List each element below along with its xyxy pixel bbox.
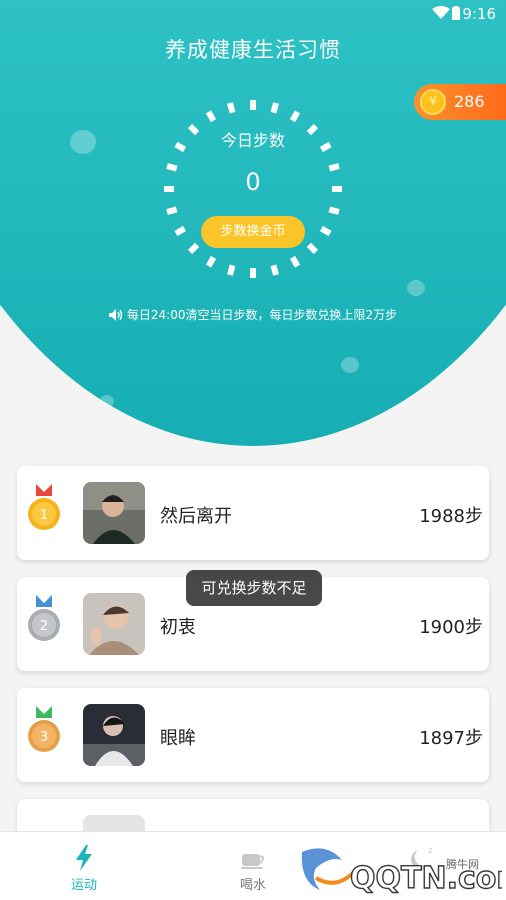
- ring-tick: [227, 102, 236, 114]
- user-avatar[interactable]: [83, 593, 145, 655]
- watermark-site-name: 腾牛网: [446, 858, 479, 871]
- gold-medal-icon: 1: [28, 484, 60, 530]
- ring-tick: [166, 206, 178, 215]
- battery-icon: [452, 6, 460, 20]
- ring-tick: [289, 255, 301, 268]
- ring-tick: [205, 110, 217, 123]
- lightning-icon: [76, 845, 92, 871]
- user-name: 初衷: [160, 617, 196, 638]
- ring-tick: [319, 225, 332, 237]
- ranking-card[interactable]: 3 眼眸 1897步: [17, 688, 489, 782]
- coin-balance-badge[interactable]: ¥ 286: [414, 84, 506, 120]
- coin-icon: ¥: [420, 89, 446, 115]
- silver-medal-icon: 2: [28, 595, 60, 641]
- user-name: 眼眸: [160, 728, 196, 749]
- speaker-icon: [108, 309, 123, 321]
- user-avatar[interactable]: [83, 704, 145, 766]
- steps-count: 0: [245, 168, 261, 196]
- medal-rank-number: 1: [40, 508, 48, 523]
- user-steps: 1897步: [419, 728, 483, 749]
- coin-symbol: ¥: [429, 94, 437, 108]
- ring-tick: [174, 225, 187, 237]
- coin-count: 286: [454, 92, 485, 111]
- ranking-card[interactable]: 1 然后离开 1988步: [17, 466, 489, 560]
- ring-tick: [250, 100, 256, 110]
- ring-tick: [250, 268, 256, 278]
- user-name: 然后离开: [160, 506, 232, 527]
- bronze-medal-icon: 3: [28, 706, 60, 752]
- hero-panel: 9:16 养成健康生活习惯 ¥ 286 今日步数 0 步数换金币 每日24:00…: [0, 0, 506, 448]
- site-watermark: QQTN.com 腾牛网: [296, 838, 506, 898]
- watermark-domain: QQTN.com: [350, 861, 502, 896]
- status-bar: 9:16: [0, 0, 506, 28]
- user-steps: 1900步: [419, 617, 483, 638]
- ring-tick: [227, 264, 236, 276]
- bubble-decoration: [341, 357, 359, 373]
- user-steps: 1988步: [419, 506, 483, 527]
- ring-tick: [289, 110, 301, 123]
- status-time: 9:16: [462, 5, 496, 23]
- ring-tick: [205, 255, 217, 268]
- toast-message: 可兑换步数不足: [186, 570, 322, 606]
- ring-tick: [270, 102, 279, 114]
- exchange-coins-button[interactable]: 步数换金币: [201, 216, 305, 248]
- ring-tick: [306, 242, 319, 255]
- ring-tick: [270, 264, 279, 276]
- user-avatar[interactable]: [83, 482, 145, 544]
- notice-text: 每日24:00清空当日步数，每日步数兑换上限2万步: [126, 308, 398, 322]
- bubble-decoration: [407, 280, 425, 296]
- tab-label: 运动: [70, 878, 97, 893]
- page-title: 养成健康生活习惯: [165, 38, 341, 62]
- medal-rank-number: 3: [40, 730, 48, 745]
- medal-rank-number: 2: [40, 619, 48, 634]
- wifi-icon: [432, 6, 450, 19]
- ring-tick: [328, 206, 340, 215]
- cup-icon: [241, 854, 264, 869]
- notice-bar: 每日24:00清空当日步数，每日步数兑换上限2万步: [0, 306, 506, 323]
- bubble-decoration: [100, 395, 114, 407]
- tab-exercise[interactable]: 运动: [0, 832, 168, 900]
- steps-label: 今日步数: [220, 131, 285, 150]
- ring-tick: [187, 242, 200, 255]
